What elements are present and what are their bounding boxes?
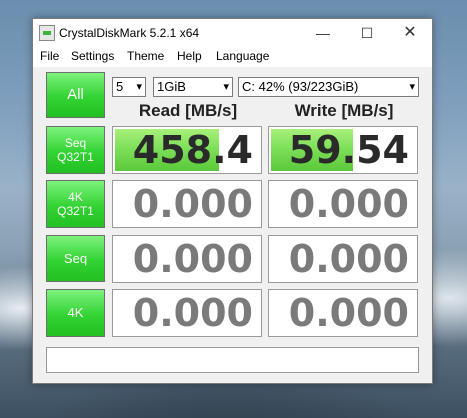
test-count-value: 5 <box>116 79 124 94</box>
menu-theme[interactable]: Theme <box>127 49 164 63</box>
write-header: Write [MB/s] <box>294 101 394 120</box>
test-size-select[interactable]: 1GiB ▾ <box>153 77 233 97</box>
seq-button[interactable]: Seq <box>46 235 105 282</box>
menu-language[interactable]: Language <box>216 49 269 63</box>
comment-field[interactable] <box>46 347 419 373</box>
chevron-down-icon: ▾ <box>409 81 415 93</box>
read-header: Read [MB/s] <box>138 101 238 120</box>
run-all-button[interactable]: All <box>46 72 105 118</box>
test-label-line1: 4K <box>67 305 84 320</box>
minimize-button[interactable]: — <box>301 19 345 47</box>
result-value: 0.000 <box>132 182 253 226</box>
close-button[interactable]: ✕ <box>388 19 432 47</box>
4k-button[interactable]: 4K <box>46 289 105 337</box>
drive-select[interactable]: C: 42% (93/223GiB) ▾ <box>238 77 419 97</box>
result-value: 59.54 <box>288 128 409 172</box>
test-size-value: 1GiB <box>157 79 186 94</box>
4k-q32t1-button[interactable]: 4K Q32T1 <box>46 180 105 228</box>
4k-q32t1-read-result: 0.000 <box>112 180 262 228</box>
result-value: 0.000 <box>288 237 409 281</box>
menu-bar: File Settings Theme Help Language <box>33 47 432 67</box>
chevron-down-icon: ▾ <box>223 81 229 93</box>
test-label-line1: Seq <box>64 136 87 150</box>
menu-help[interactable]: Help <box>177 49 202 63</box>
result-value: 0.000 <box>288 291 409 335</box>
4k-write-result: 0.000 <box>268 289 418 337</box>
seq-q32t1-read-result: 458.4 <box>112 126 262 174</box>
seq-write-result: 0.000 <box>268 235 418 283</box>
test-label-line2: Q32T1 <box>57 204 94 218</box>
app-icon <box>39 25 55 41</box>
seq-read-result: 0.000 <box>112 235 262 283</box>
main-panel: All 5 ▾ 1GiB ▾ C: 42% (93/223GiB) ▾ Read… <box>33 67 432 383</box>
drive-value: C: 42% (93/223GiB) <box>242 79 359 94</box>
test-label-line1: 4K <box>68 190 83 204</box>
result-value: 458.4 <box>132 128 253 172</box>
menu-settings[interactable]: Settings <box>71 49 114 63</box>
4k-read-result: 0.000 <box>112 289 262 337</box>
result-value: 0.000 <box>288 182 409 226</box>
seq-q32t1-button[interactable]: Seq Q32T1 <box>46 126 105 174</box>
test-label-line2: Q32T1 <box>57 150 94 164</box>
maximize-button[interactable]: ☐ <box>345 19 389 47</box>
chevron-down-icon: ▾ <box>136 81 142 93</box>
test-label-line1: Seq <box>63 250 88 266</box>
result-value: 0.000 <box>132 237 253 281</box>
result-value: 0.000 <box>132 291 253 335</box>
title-bar[interactable]: CrystalDiskMark 5.2.1 x64 — ☐ ✕ <box>33 19 432 47</box>
menu-file[interactable]: File <box>40 49 59 63</box>
seq-q32t1-write-result: 59.54 <box>268 126 418 174</box>
test-count-select[interactable]: 5 ▾ <box>112 77 146 97</box>
app-window: CrystalDiskMark 5.2.1 x64 — ☐ ✕ File Set… <box>32 18 433 384</box>
4k-q32t1-write-result: 0.000 <box>268 180 418 228</box>
window-title: CrystalDiskMark 5.2.1 x64 <box>59 26 200 40</box>
